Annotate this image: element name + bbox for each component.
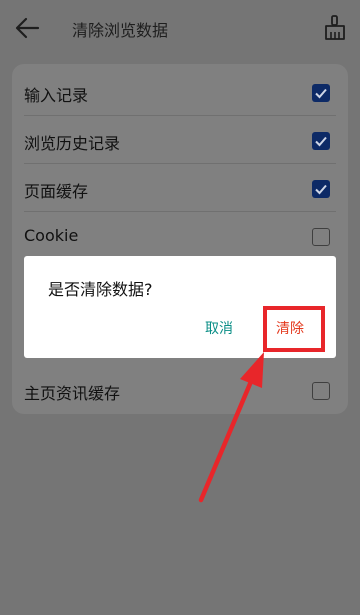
clear-button[interactable] (322, 14, 348, 42)
checkbox-checked[interactable] (312, 132, 330, 150)
item-label: 主页资讯缓存 (24, 384, 121, 403)
list-item[interactable]: 主页资讯缓存 (24, 366, 336, 414)
dialog-title: 是否清除数据? (48, 280, 153, 299)
check-icon (315, 184, 327, 195)
arrow-left-icon (15, 17, 40, 39)
broom-icon (325, 15, 345, 40)
checkbox-unchecked[interactable] (312, 382, 330, 400)
highlight-box (263, 306, 325, 352)
list-item[interactable]: 页面缓存 (24, 164, 336, 212)
list-item[interactable]: 浏览历史记录 (24, 116, 336, 164)
settings-card: 输入记录 浏览历史记录 页面缓存 Cookie 主页资讯缓存 (12, 64, 348, 414)
checkbox-checked[interactable] (312, 180, 330, 198)
checkbox-checked[interactable] (312, 84, 330, 102)
item-label: 页面缓存 (24, 182, 89, 201)
item-label: 浏览历史记录 (24, 134, 121, 153)
check-icon (315, 88, 327, 99)
cancel-button[interactable]: 取消 (205, 318, 233, 338)
list-item[interactable]: 输入记录 (24, 68, 336, 116)
list-item[interactable]: Cookie (24, 212, 336, 260)
item-label: 输入记录 (24, 86, 89, 105)
back-button[interactable] (12, 14, 44, 42)
page-title: 清除浏览数据 (72, 21, 169, 40)
item-label: Cookie (24, 226, 79, 245)
checkbox-unchecked[interactable] (312, 228, 330, 246)
top-bar: 清除浏览数据 (0, 0, 360, 56)
check-icon (315, 136, 327, 147)
